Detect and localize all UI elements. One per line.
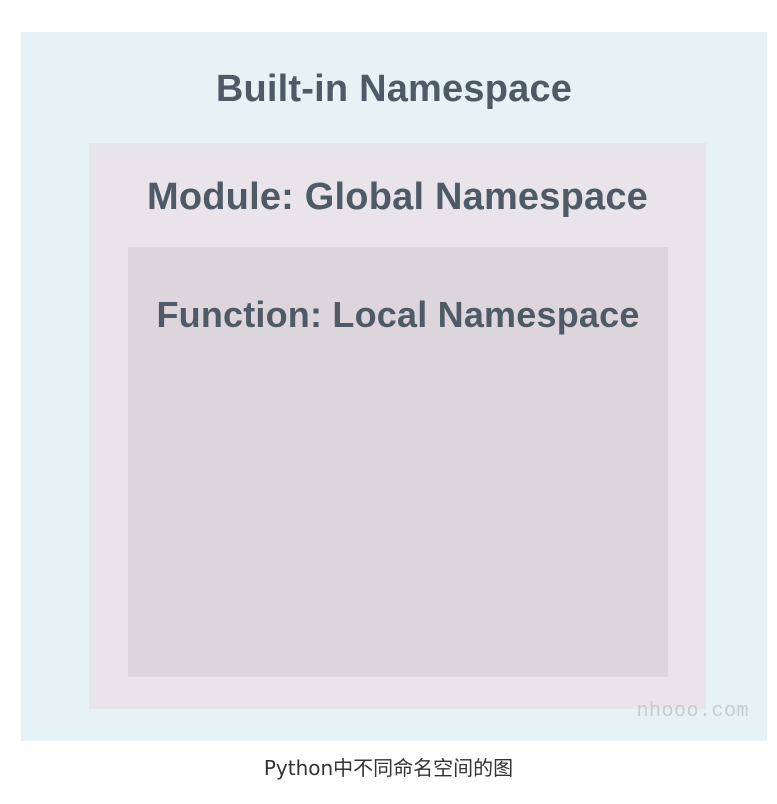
global-namespace-label: Module: Global Namespace: [146, 176, 649, 218]
local-namespace-box: Function: Local Namespace: [128, 247, 668, 677]
figure-caption: Python中不同命名空间的图: [263, 756, 514, 780]
namespace-diagram-figure: Built-in Namespace Module: Global Namesp…: [0, 0, 777, 804]
builtin-namespace-label: Built-in Namespace: [215, 68, 573, 110]
local-namespace-label: Function: Local Namespace: [156, 294, 640, 335]
watermark-text: nhooo.com: [636, 700, 749, 723]
builtin-namespace-box: Built-in Namespace Module: Global Namesp…: [21, 32, 767, 741]
global-namespace-box: Module: Global Namespace Function: Local…: [89, 143, 706, 709]
